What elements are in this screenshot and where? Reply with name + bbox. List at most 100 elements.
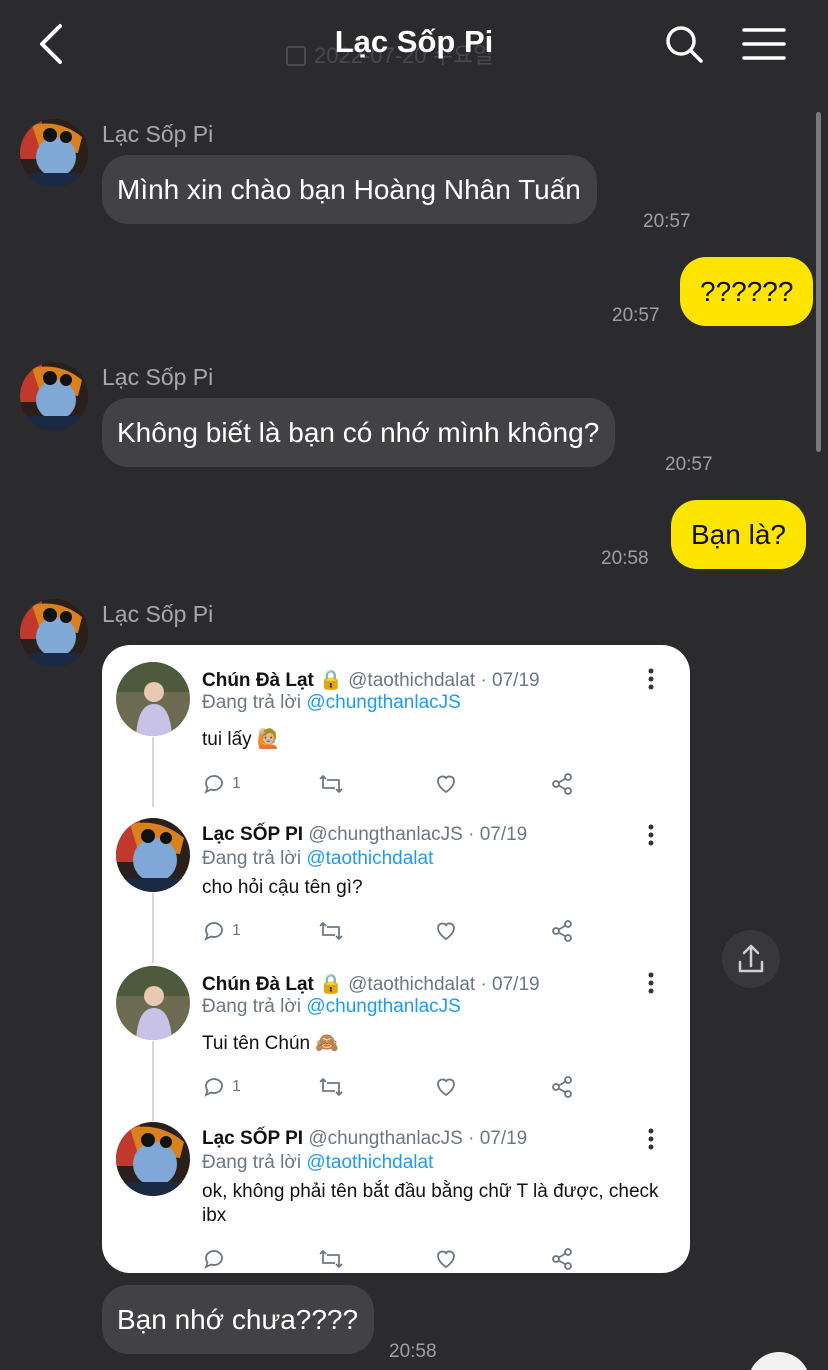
reply-count: 1 [232,1078,241,1095]
thread-line [152,893,154,963]
retweet-icon [319,1250,343,1268]
message-time: 20:58 [601,548,649,569]
tweet-handle: @chungthanlacJS · 07/19 [308,1128,528,1149]
reply-icon [204,1250,223,1269]
share-icon [552,1076,572,1098]
tweet-handle: @taothichdalat · 07/19 [348,670,540,691]
tweet-reply-to: Đang trả lời @taothichdalat [202,848,433,870]
tweet-actions: 1 [202,916,582,946]
tweet-avatar [116,966,190,1040]
thread-line [152,737,154,807]
hamburger-menu-icon[interactable] [742,26,786,62]
more-options-icon [648,972,654,994]
reply-action: 1 [202,916,241,946]
reply-action: 1 [202,769,241,799]
reply-icon [204,1078,223,1097]
tweet-avatar [116,1122,190,1196]
sender-name: Lạc Sốp Pi [102,364,214,390]
message-bubble-incoming[interactable]: Bạn nhớ chưa???? [102,1285,375,1354]
heart-icon [437,922,455,941]
tweet-handle: @chungthanlacJS · 07/19 [308,824,528,845]
reply-count: 1 [232,922,241,939]
reply-prefix: Đang trả lời [202,848,307,869]
share-icon [552,773,572,795]
reply-icon [204,922,223,941]
share-action [550,769,574,799]
heart-icon [437,1078,455,1097]
retweet-action [318,1072,344,1102]
tweet-reply-to: Đang trả lời @chungthanlacJS [202,692,461,714]
tweet-actions: 1 [202,1072,582,1102]
retweet-action [318,916,344,946]
share-upload-icon [738,944,764,973]
sender-avatar[interactable] [20,599,88,667]
tweet-actions: 1 [202,769,582,799]
reply-prefix: Đang trả lời [202,1152,307,1173]
scroll-down-button[interactable] [748,1352,810,1370]
retweet-icon [319,1078,343,1096]
reply-action: 1 [202,1072,241,1102]
tweet-text: cho hỏi cậu tên gì? [202,877,363,898]
tweet-author-name: Chún Đà Lạt [202,670,314,691]
tweet-header: Lạc SỐP PI @chungthanlacJS · 07/19 [202,1128,527,1150]
reply-action [202,1244,232,1273]
like-action [434,1244,458,1273]
share-icon [552,1248,572,1270]
heart-icon [437,775,455,794]
sender-avatar[interactable] [20,119,88,187]
retweet-icon [319,922,343,940]
like-action [434,769,458,799]
reply-prefix: Đang trả lời [202,692,307,713]
share-action [550,1072,574,1102]
message-time: 20:57 [612,305,660,326]
more-options-icon [648,824,654,846]
reply-prefix: Đang trả lời [202,996,307,1017]
tweet-author-name: Chún Đà Lạt [202,974,314,995]
tweet-reply-to: Đang trả lời @chungthanlacJS [202,996,461,1018]
message-bubble-outgoing[interactable]: Bạn là? [671,500,806,569]
share-button[interactable] [722,930,780,988]
more-options-icon [648,1128,654,1150]
tweet-header: Chún Đà Lạt 🔒 @taothichdalat · 07/19 [202,972,540,996]
reply-mention: @taothichdalat [306,1152,434,1173]
tweet-author-name: Lạc SỐP PI [202,1128,304,1149]
share-icon [552,920,572,942]
tweet-text: tui lấy 🙋🏼 [202,729,281,750]
thread-line [152,1041,154,1121]
tweet-author-name: Lạc SỐP PI [202,824,304,845]
tweet-text: ok, không phải tên bắt đầu bằng chữ T là… [202,1181,659,1226]
like-action [434,1072,458,1102]
sender-name: Lạc Sốp Pi [102,121,214,147]
message-time: 20:57 [665,454,713,475]
retweet-action [318,1244,344,1273]
like-action [434,916,458,946]
reply-icon [204,775,223,794]
sender-avatar[interactable] [20,362,88,430]
tweet-avatar [116,662,190,736]
retweet-icon [319,775,343,793]
heart-icon [437,1250,455,1269]
chat-header: 2022-07-20 수요일 Lạc Sốp Pi [0,0,828,92]
tweet-header: Chún Đà Lạt 🔒 @taothichdalat · 07/19 [202,668,540,692]
more-options-icon [648,668,654,690]
message-time: 20:57 [643,211,691,232]
share-action [550,1244,574,1273]
message-bubble-incoming[interactable]: Mình xin chào bạn Hoàng Nhân Tuấn [102,155,597,224]
reply-mention: @chungthanlacJS [306,996,461,1017]
message-bubble-incoming[interactable]: Không biết là bạn có nhớ mình không? [102,398,616,467]
tweet-screenshot-image[interactable]: Chún Đà Lạt 🔒 @taothichdalat · 07/19 Đan… [102,645,690,1273]
scrollbar[interactable] [816,112,821,452]
tweet-avatar [116,818,190,892]
tweet-reply-to: Đang trả lời @taothichdalat [202,1152,433,1174]
reply-count: 1 [232,775,241,792]
tweet-text: Tui tên Chún 🙈 [202,1033,340,1054]
tweet-header: Lạc SỐP PI @chungthanlacJS · 07/19 [202,824,527,846]
share-action [550,916,574,946]
message-bubble-outgoing[interactable]: ?????? [680,257,814,326]
message-time: 20:58 [389,1341,437,1362]
search-icon[interactable] [664,24,704,64]
tweet-actions [202,1244,582,1273]
reply-mention: @taothichdalat [306,848,434,869]
reply-mention: @chungthanlacJS [306,692,461,713]
lock-icon: 🔒 [319,974,343,995]
